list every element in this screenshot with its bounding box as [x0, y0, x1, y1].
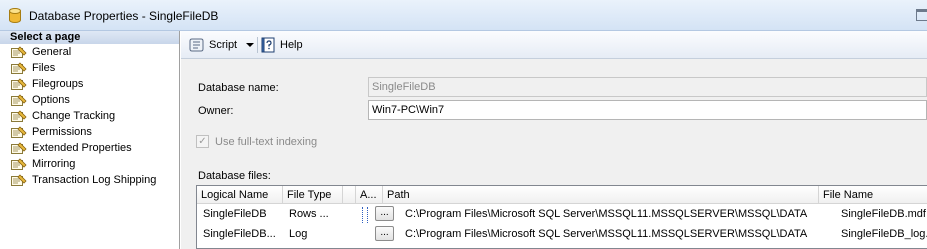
- page-selector-header: Select a page: [0, 31, 179, 44]
- sidebar-item-label: Mirroring: [32, 158, 76, 170]
- col-path[interactable]: Path: [383, 186, 819, 204]
- table-row[interactable]: SingleFileDB... Log ... C:\Program Files…: [197, 224, 927, 244]
- toolbar-separator: [257, 37, 258, 53]
- database-files-grid: Logical Name File Type A... Path File Na…: [196, 185, 927, 249]
- autogrowth-ellipsis-button[interactable]: ...: [375, 226, 394, 241]
- database-files-label: Database files:: [198, 170, 271, 182]
- help-book-icon: [261, 37, 275, 53]
- sidebar-item-mirroring[interactable]: Mirroring: [0, 156, 179, 172]
- cell-file-type[interactable]: Log: [283, 224, 343, 244]
- fulltext-label: Use full-text indexing: [215, 136, 318, 148]
- help-label: Help: [280, 39, 303, 51]
- sidebar-item-label: Extended Properties: [32, 142, 132, 154]
- sidebar-item-label: General: [32, 46, 72, 58]
- help-button[interactable]: Help: [260, 36, 305, 54]
- property-page-icon: [11, 126, 27, 138]
- property-page-icon: [11, 110, 27, 122]
- sidebar-item-transaction-log-shipping[interactable]: Transaction Log Shipping: [0, 172, 179, 188]
- cell-file-name[interactable]: SingleFileDB_log.ldf: [835, 224, 927, 244]
- window-title: Database Properties - SingleFileDB: [29, 9, 219, 23]
- script-icon: [189, 38, 204, 52]
- col-file-name[interactable]: File Name: [819, 186, 927, 204]
- cell-path[interactable]: C:\Program Files\Microsoft SQL Server\MS…: [399, 204, 819, 224]
- script-button[interactable]: Script: [189, 36, 247, 54]
- table-row[interactable]: SingleFileDB Rows ... ... C:\Program Fil…: [197, 204, 927, 224]
- col-spacer: [343, 186, 356, 204]
- col-logical-name[interactable]: Logical Name: [197, 186, 283, 204]
- property-page-icon: [11, 94, 27, 106]
- sidebar-item-general[interactable]: General: [0, 44, 179, 60]
- maximize-button[interactable]: [916, 9, 927, 21]
- sidebar-item-label: Transaction Log Shipping: [32, 174, 157, 186]
- grid-header: Logical Name File Type A... Path File Na…: [197, 186, 927, 204]
- property-page-icon: [11, 142, 27, 154]
- cell-file-type[interactable]: Rows ...: [283, 204, 343, 224]
- row-focus-indicator: [362, 207, 368, 223]
- database-name-field: SingleFileDB: [368, 77, 927, 97]
- property-page-icon: [11, 78, 27, 90]
- sidebar-item-change-tracking[interactable]: Change Tracking: [0, 108, 179, 124]
- sidebar-item-files[interactable]: Files: [0, 60, 179, 76]
- sidebar-item-label: Change Tracking: [32, 110, 116, 122]
- properties-content: Script Help Database name: SingleFileDB …: [181, 31, 927, 249]
- cell-file-name[interactable]: SingleFileDB.mdf: [835, 204, 927, 224]
- fulltext-checkbox[interactable]: ✓: [196, 135, 209, 148]
- property-page-icon: [11, 158, 27, 170]
- page-list: General Files Filegroups Options Change Trac…: [0, 44, 179, 188]
- autogrowth-ellipsis-button[interactable]: ...: [375, 206, 394, 221]
- page-selector-pane: Select a page General Files Filegroups Opti…: [0, 31, 180, 249]
- col-autogrowth[interactable]: A...: [356, 186, 383, 204]
- property-page-icon: [11, 62, 27, 74]
- owner-label: Owner:: [198, 105, 234, 117]
- sidebar-item-filegroups[interactable]: Filegroups: [0, 76, 179, 92]
- cell-logical-name[interactable]: SingleFileDB: [197, 204, 283, 224]
- cell-logical-name[interactable]: SingleFileDB...: [197, 224, 283, 244]
- cell-path[interactable]: C:\Program Files\Microsoft SQL Server\MS…: [399, 224, 819, 244]
- sidebar-item-label: Files: [32, 62, 56, 74]
- sidebar-item-options[interactable]: Options: [0, 92, 179, 108]
- sidebar-item-label: Permissions: [32, 126, 92, 138]
- sidebar-item-permissions[interactable]: Permissions: [0, 124, 179, 140]
- database-icon: [9, 8, 21, 23]
- property-page-icon: [11, 46, 27, 58]
- database-name-label: Database name:: [198, 82, 279, 94]
- script-dropdown-arrow-icon[interactable]: [246, 43, 254, 47]
- property-page-icon: [11, 174, 27, 186]
- col-file-type[interactable]: File Type: [283, 186, 343, 204]
- sidebar-item-extended-properties[interactable]: Extended Properties: [0, 140, 179, 156]
- sidebar-item-label: Options: [32, 94, 70, 106]
- script-label: Script: [209, 39, 238, 51]
- owner-field[interactable]: Win7-PC\Win7: [368, 100, 927, 120]
- toolbar: Script Help: [181, 31, 927, 59]
- sidebar-item-label: Filegroups: [32, 78, 84, 90]
- window-titlebar: Database Properties - SingleFileDB: [0, 0, 927, 31]
